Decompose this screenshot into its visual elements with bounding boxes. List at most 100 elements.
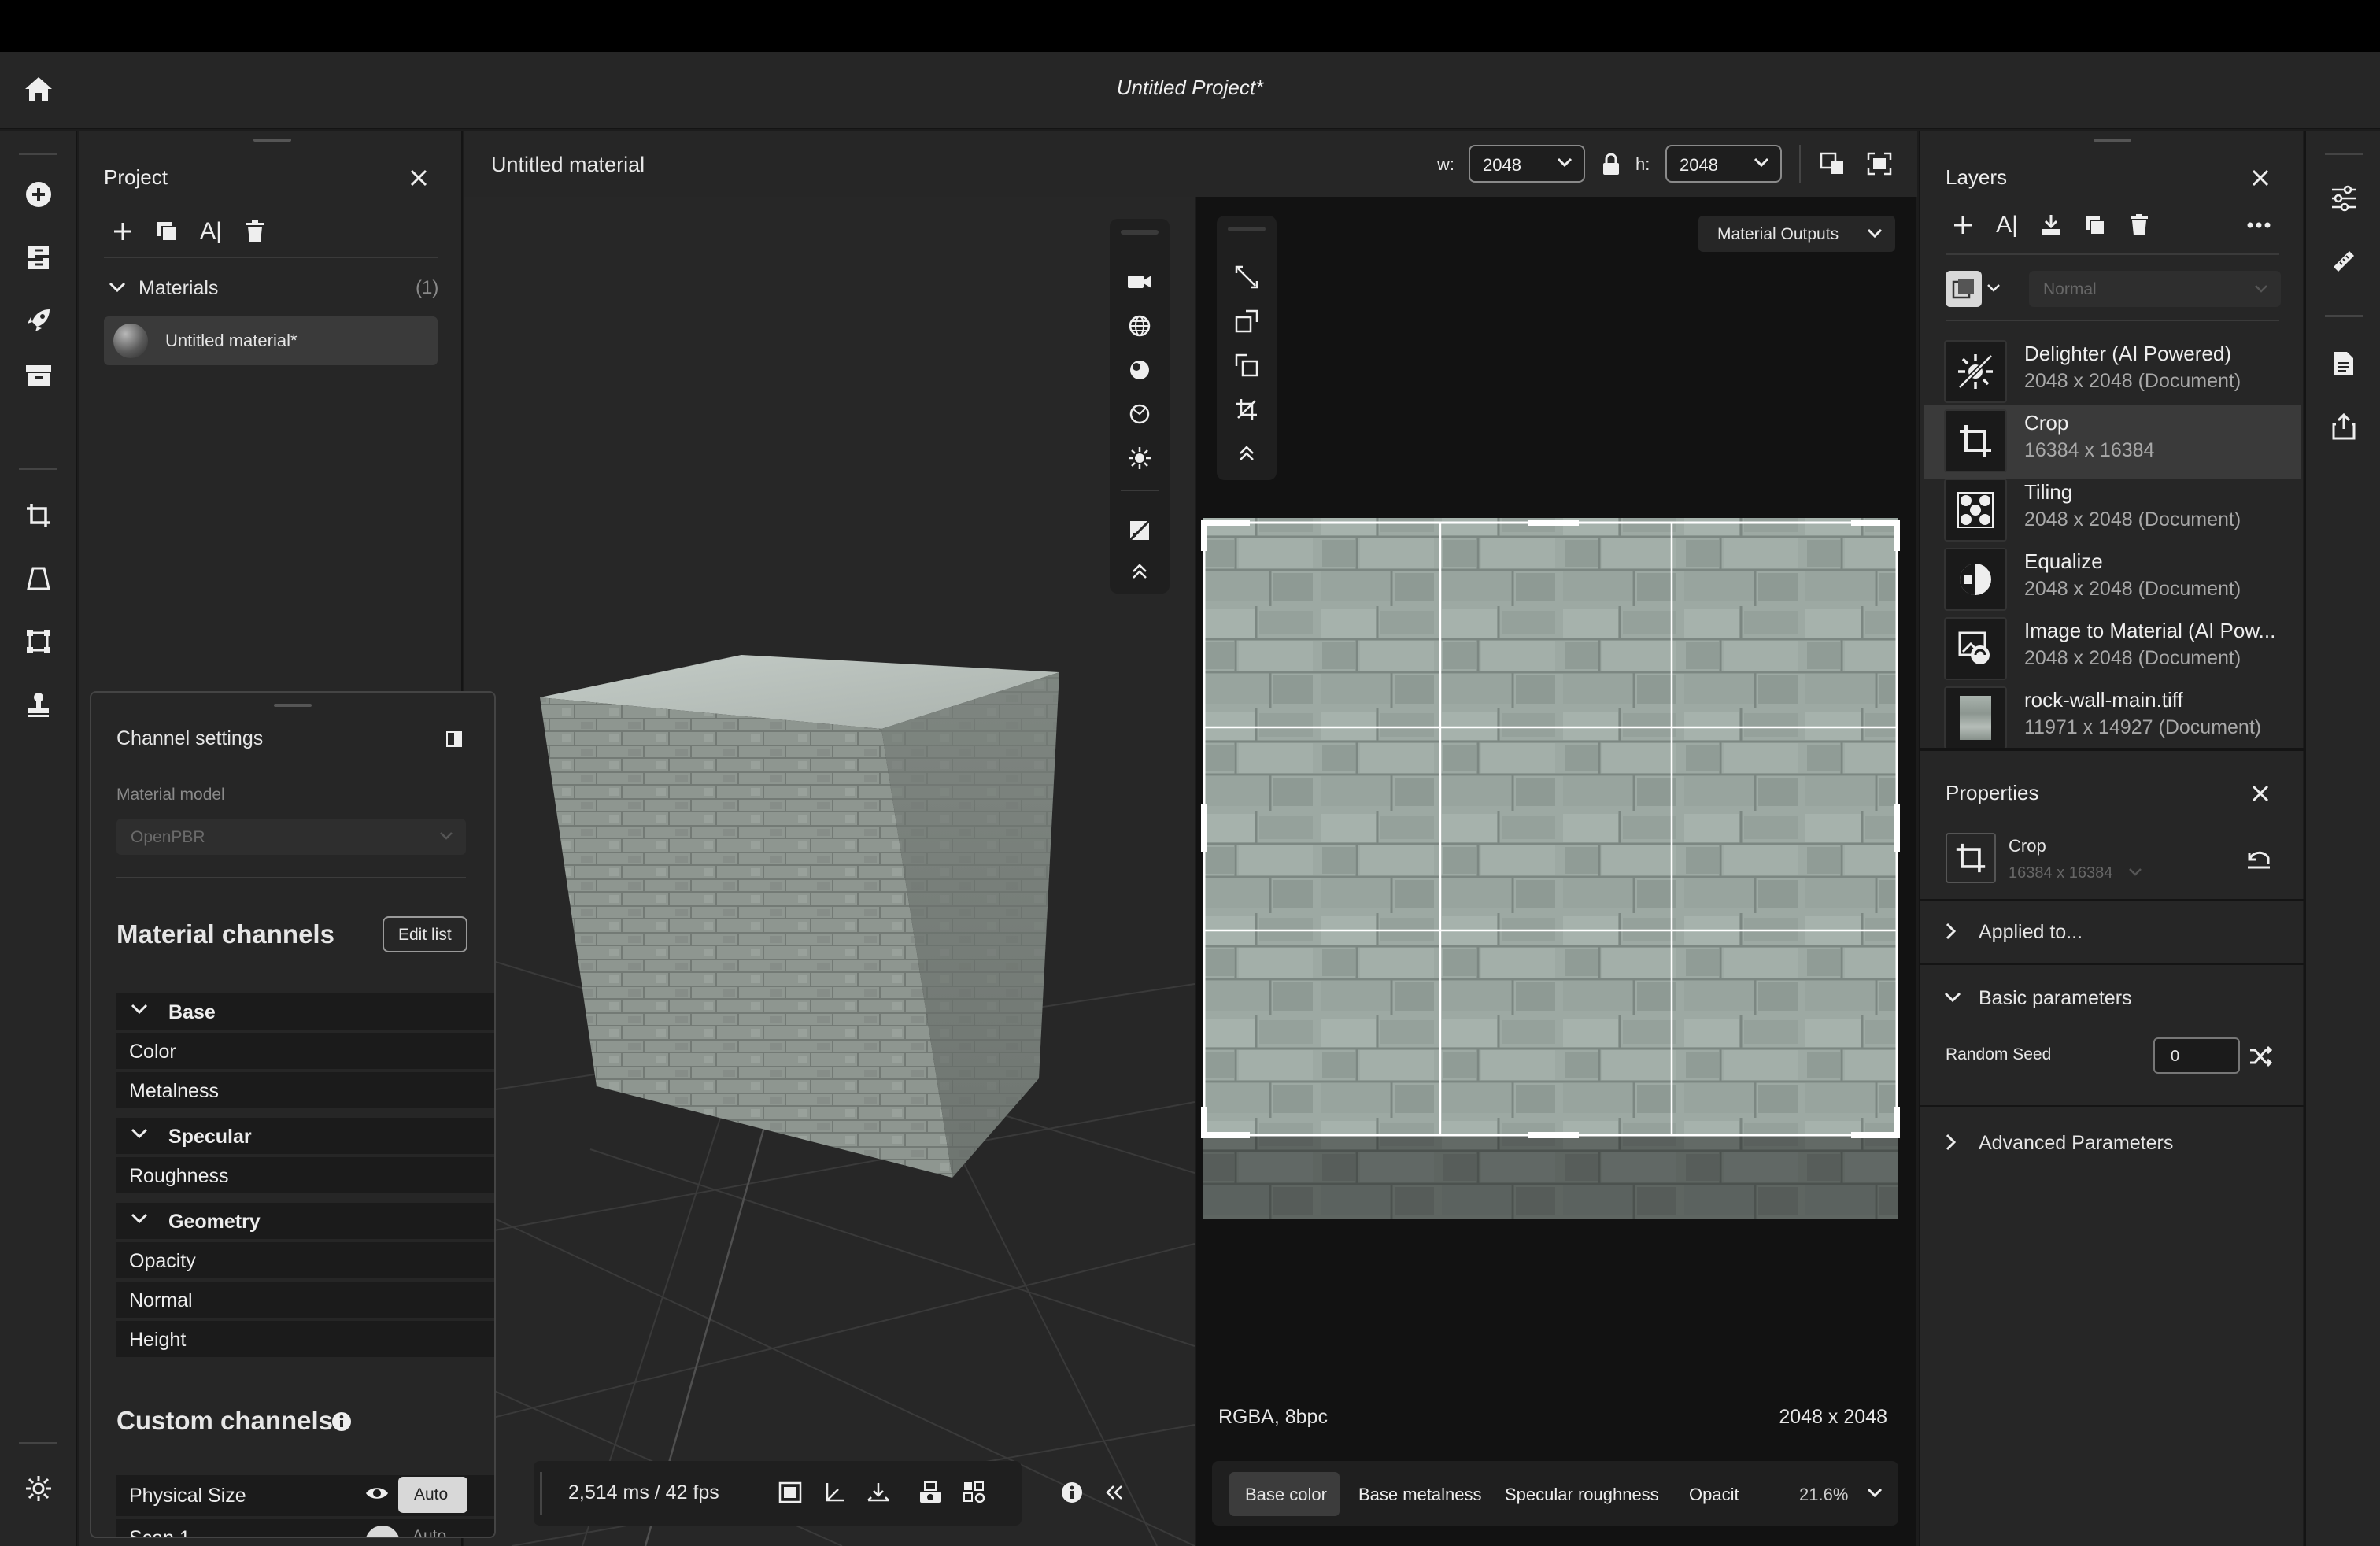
channel-row-height[interactable]: Height	[116, 1321, 494, 1357]
environment-icon[interactable]	[1124, 398, 1155, 430]
channel-row-normal[interactable]: Normal	[116, 1282, 494, 1318]
panel-grip[interactable]	[274, 704, 312, 707]
material-model-label: Material model	[116, 786, 225, 804]
layer-mask-icon[interactable]	[1946, 271, 1982, 307]
width-dropdown[interactable]: 2048	[1469, 145, 1585, 183]
lighting-settings-icon[interactable]	[19, 1469, 58, 1508]
close-icon[interactable]	[403, 162, 434, 194]
chevron-down-icon	[439, 831, 453, 841]
panel-grip[interactable]	[253, 139, 291, 142]
rename-icon[interactable]: A|	[195, 216, 227, 247]
eye-icon[interactable]	[365, 1485, 389, 1502]
zoom-level[interactable]: 21.6%	[1799, 1485, 1848, 1505]
material-model-select[interactable]: OpenPBR	[116, 819, 466, 855]
applied-to-section[interactable]: Applied to...	[1979, 921, 2082, 944]
edit-list-button[interactable]: Edit list	[382, 916, 468, 952]
shuffle-icon[interactable]	[2246, 1042, 2275, 1071]
height-dropdown[interactable]: 2048	[1665, 145, 1782, 183]
random-seed-input[interactable]: 0	[2153, 1037, 2240, 1074]
chevron-right-icon[interactable]	[1946, 1134, 1957, 1151]
auto-toggle[interactable]: Auto	[398, 1477, 468, 1513]
measure-icon[interactable]	[2325, 242, 2363, 280]
channel-row-metalness[interactable]: Metalness	[116, 1072, 494, 1108]
info-icon[interactable]	[1056, 1477, 1088, 1508]
double-chevron-left-icon[interactable]	[1099, 1477, 1130, 1508]
merge-down-icon[interactable]	[2035, 209, 2067, 241]
trash-icon[interactable]	[2123, 209, 2155, 241]
document-icon[interactable]	[2325, 345, 2363, 383]
archive-icon[interactable]	[19, 356, 58, 395]
add-layer-icon[interactable]	[1947, 209, 1979, 241]
lock-icon[interactable]	[1599, 151, 1623, 178]
rename-icon[interactable]: A|	[1991, 209, 2023, 241]
transform-icon[interactable]	[19, 622, 58, 661]
layer-item[interactable]: Image to Material (AI Pow... 2048 x 2048…	[1944, 612, 2293, 682]
export-icon[interactable]	[2325, 408, 2363, 446]
stamp-icon[interactable]	[19, 685, 58, 724]
layer-item[interactable]: Crop 16384 x 16384	[1944, 405, 2293, 474]
render-settings-icon[interactable]	[1124, 515, 1155, 546]
tab-base-metalness[interactable]: Base metalness	[1358, 1485, 1482, 1505]
adjustments-icon[interactable]	[2325, 179, 2363, 217]
chevron-down-icon	[131, 1004, 148, 1015]
layer-item[interactable]: rock-wall-main.tiff 11971 x 14927 (Docum…	[1944, 682, 2293, 751]
ground-icon[interactable]	[864, 1478, 893, 1507]
custom-channel-row[interactable]: Scan 1 Auto	[116, 1519, 494, 1537]
perspective-icon[interactable]	[19, 559, 58, 598]
close-icon[interactable]	[2245, 778, 2276, 809]
channel-group-base[interactable]: Base	[116, 993, 494, 1030]
custom-channel-row[interactable]: Physical Size Auto	[116, 1475, 494, 1516]
tab-opacity[interactable]: Opacit	[1689, 1485, 1739, 1505]
materials-group-label[interactable]: Materials	[139, 277, 218, 300]
fit-screen-icon[interactable]	[1865, 150, 1894, 178]
trash-icon[interactable]	[239, 216, 271, 247]
chevron-down-icon[interactable]	[1986, 283, 2001, 293]
grid-settings-icon[interactable]	[960, 1478, 989, 1507]
chevron-down-icon[interactable]	[1867, 1488, 1883, 1499]
chevron-down-icon[interactable]	[105, 276, 129, 299]
eye-icon[interactable]	[365, 1526, 400, 1537]
more-options-icon[interactable]	[2243, 209, 2275, 241]
sun-icon[interactable]	[1124, 442, 1155, 474]
channel-row-opacity[interactable]: Opacity	[116, 1242, 494, 1278]
globe-icon[interactable]	[1124, 310, 1155, 342]
reset-icon[interactable]	[2243, 844, 2275, 875]
info-icon[interactable]	[329, 1409, 354, 1434]
camera-icon[interactable]	[1124, 266, 1155, 298]
channel-row-roughness[interactable]: Roughness	[116, 1157, 494, 1193]
substance-icon[interactable]	[19, 238, 58, 277]
rocket-icon[interactable]	[19, 301, 58, 340]
channel-group-specular[interactable]: Specular	[116, 1118, 494, 1154]
panel-grip[interactable]	[2094, 139, 2131, 142]
close-icon[interactable]	[2245, 162, 2276, 194]
add-icon[interactable]	[107, 216, 139, 247]
axis-icon[interactable]	[820, 1478, 848, 1507]
add-circle-icon[interactable]	[19, 175, 58, 214]
chevron-right-icon[interactable]	[1946, 923, 1957, 940]
frame-icon[interactable]	[776, 1478, 804, 1507]
chevron-down-icon[interactable]	[1944, 992, 1961, 1003]
crop-tool-icon[interactable]	[19, 496, 58, 535]
collapse-up-icon[interactable]	[1124, 556, 1155, 587]
material-list-item[interactable]: Untitled material*	[104, 316, 438, 365]
chevron-down-icon[interactable]	[2128, 867, 2142, 877]
snapshot-icon[interactable]	[916, 1478, 944, 1507]
basic-parameters-section[interactable]: Basic parameters	[1979, 987, 2132, 1010]
viewport-3d[interactable]: 2,514 ms / 42 fps	[464, 197, 1195, 1546]
channel-row-color[interactable]: Color	[116, 1033, 494, 1069]
toolbar-grip[interactable]	[1121, 230, 1159, 235]
tab-specular-roughness[interactable]: Specular roughness	[1505, 1485, 1659, 1505]
layer-item[interactable]: Equalize 2048 x 2048 (Document)	[1944, 543, 2293, 612]
layer-item[interactable]: Delighter (AI Powered) 2048 x 2048 (Docu…	[1944, 335, 2293, 405]
panel-toggle-icon[interactable]	[442, 727, 466, 751]
split-view-icon[interactable]	[1818, 150, 1846, 178]
channel-group-geometry[interactable]: Geometry	[116, 1203, 494, 1239]
duplicate-icon[interactable]	[2079, 209, 2111, 241]
layer-item[interactable]: Tiling 2048 x 2048 (Document)	[1944, 474, 2293, 543]
view-2d[interactable]: Material Outputs RGBA, 8bpc 2048 x 2048 …	[1196, 197, 1916, 1546]
blend-mode-select[interactable]: Normal	[2029, 271, 2281, 307]
advanced-parameters-section[interactable]: Advanced Parameters	[1979, 1132, 2173, 1155]
material-sphere-icon[interactable]	[1124, 354, 1155, 386]
tab-base-color[interactable]: Base color	[1229, 1472, 1340, 1516]
duplicate-icon[interactable]	[151, 216, 183, 247]
